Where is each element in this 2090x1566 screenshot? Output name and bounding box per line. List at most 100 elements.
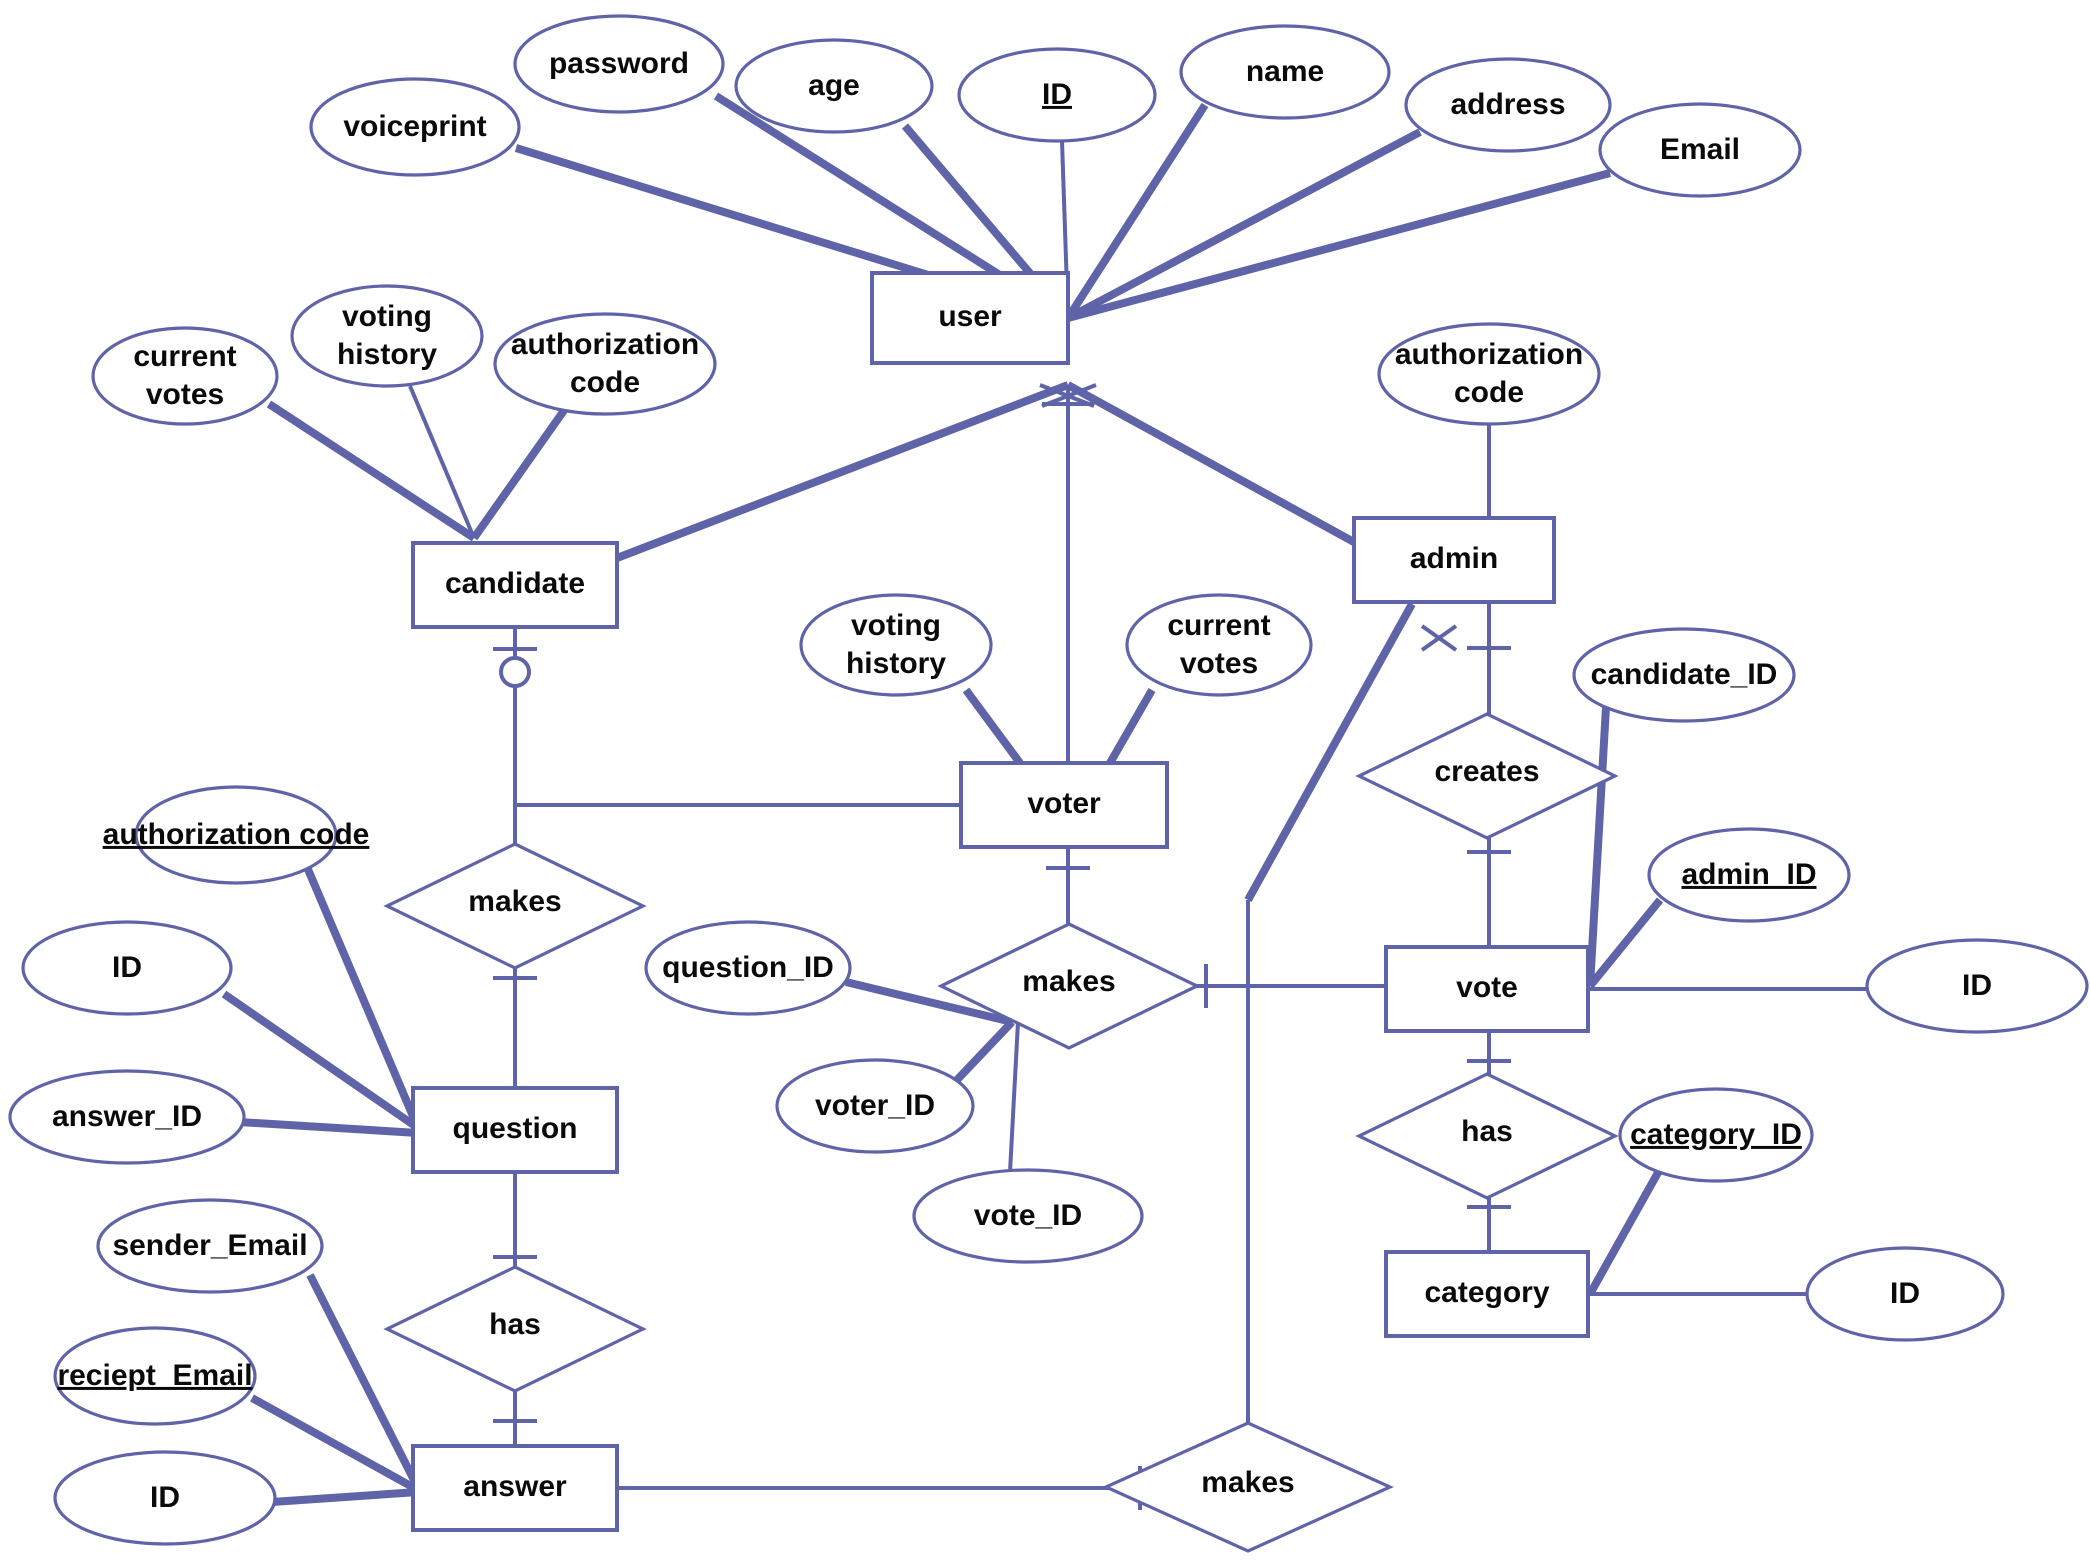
attribute-voter-id-label: question_ID: [662, 951, 834, 984]
relationship-has-question-answer[interactable]: has: [383, 1265, 647, 1393]
attribute-category-id[interactable]: ID: [1865, 938, 2089, 1034]
attribute-password-label: password: [549, 47, 689, 80]
attribute-answer-pk-id-label: reciept_Email: [57, 1359, 252, 1392]
entity-category-label: category: [1424, 1276, 1549, 1309]
entity-answer[interactable]: answer: [411, 1444, 619, 1532]
attribute-name[interactable]: name: [1179, 24, 1391, 120]
attribute-voiceprint-label: voiceprint: [343, 110, 486, 143]
attribute-vote-id-rel-label: voter_ID: [815, 1089, 935, 1122]
attribute-voter-current-votes[interactable]: current votes: [1125, 593, 1313, 697]
attribute-vote-id-rel[interactable]: voter_ID: [775, 1058, 975, 1154]
attribute-category-name-label: ID: [1890, 1277, 1920, 1310]
attribute-question-fk-id-label: ID: [150, 1481, 180, 1514]
edge-voteid-makesv: [952, 1019, 1015, 1085]
entity-question[interactable]: question: [411, 1086, 619, 1174]
entity-candidate[interactable]: candidate: [411, 541, 619, 629]
attribute-admin-authorization-code[interactable]: authorization code: [1377, 322, 1601, 426]
attribute-answer-id-label: ID: [112, 951, 142, 984]
attribute-vote-pk-id[interactable]: admin_ID: [1647, 827, 1851, 923]
entity-category[interactable]: category: [1384, 1250, 1590, 1338]
attribute-admin-id[interactable]: candidate_ID: [1572, 627, 1796, 723]
entity-user-label: user: [938, 300, 1002, 333]
attribute-age[interactable]: age: [734, 38, 934, 134]
attribute-category-name[interactable]: ID: [1805, 1246, 2005, 1342]
attribute-name-label: name: [1246, 55, 1324, 88]
edge-votinghistory-voter: [962, 687, 1024, 766]
attribute-address[interactable]: address: [1404, 57, 1612, 153]
attribute-category-pk-id[interactable]: category_ID: [1618, 1087, 1814, 1183]
attribute-question-id[interactable]: authorization code: [103, 785, 370, 885]
relationship-creates-admin-vote[interactable]: creates: [1355, 712, 1619, 840]
entity-candidate-label: candidate: [445, 567, 585, 600]
attribute-user-id-label: ID: [1042, 78, 1072, 111]
edge-catid-category: [1586, 1167, 1664, 1296]
edge-adminid-vote: [1586, 706, 1610, 987]
attribute-admin-authorization-code-line2: code: [1454, 376, 1524, 409]
entity-question-label: question: [453, 1112, 578, 1145]
attribute-candidate-voting-history-line1: voting: [342, 300, 432, 333]
relationship-makes-admin-answer[interactable]: makes: [1102, 1421, 1394, 1553]
entity-voter[interactable]: voter: [959, 761, 1169, 849]
attribute-email-label: Email: [1660, 133, 1740, 166]
edge-currentvotes-candidate: [266, 400, 477, 542]
attribute-email[interactable]: Email: [1598, 102, 1802, 198]
entity-vote[interactable]: vote: [1384, 945, 1590, 1033]
relationship-makes-candidate-question[interactable]: makes: [383, 842, 647, 970]
attribute-candidate-current-votes-line1: current: [133, 340, 236, 373]
edge-user-admin: [1066, 381, 1374, 556]
er-diagram-svg: user candidate voter admin question answ…: [8, 14, 2089, 1553]
attribute-candidate-authorization-code[interactable]: authorization code: [493, 312, 717, 416]
relationship-makes-voter-vote-label: makes: [1022, 965, 1115, 998]
marker-admin-many: [1420, 624, 1458, 652]
attribute-answer-pk-id[interactable]: reciept_Email: [53, 1326, 257, 1426]
edge-user-candidate: [615, 381, 1070, 562]
relationship-has-vote-category[interactable]: has: [1355, 1072, 1619, 1200]
entity-vote-label: vote: [1456, 971, 1518, 1004]
attribute-voiceprint[interactable]: voiceprint: [309, 77, 521, 177]
attribute-admin-id-label: candidate_ID: [1591, 658, 1778, 691]
attribute-sender-email[interactable]: answer_ID: [8, 1069, 246, 1165]
attribute-candidate-voting-history[interactable]: voting history: [290, 284, 484, 388]
relationship-has-question-answer-label: has: [489, 1308, 541, 1341]
attribute-admin-authorization-code-line1: authorization: [1395, 338, 1583, 371]
attribute-question-fk-id[interactable]: ID: [53, 1450, 277, 1546]
relationship-creates-admin-vote-label: creates: [1434, 755, 1539, 788]
attribute-voter-voting-history-line2: history: [846, 647, 946, 680]
attribute-answer-id[interactable]: ID: [21, 920, 233, 1016]
attribute-address-label: address: [1450, 88, 1565, 121]
attribute-candidate-current-votes[interactable]: current votes: [91, 326, 279, 426]
attribute-voter-voting-history-line1: voting: [851, 609, 941, 642]
entity-user[interactable]: user: [870, 271, 1070, 365]
attribute-candidate-id[interactable]: vote_ID: [912, 1168, 1144, 1264]
attribute-candidate-authorization-code-line2: code: [570, 366, 640, 399]
edge-candidateid-makesv: [1008, 1021, 1020, 1173]
edge-voteid-vote: [1586, 897, 1664, 989]
edge-address-user: [1066, 128, 1422, 322]
relationship-makes-voter-vote[interactable]: makes: [937, 922, 1201, 1050]
attribute-reciept-email[interactable]: sender_Email: [96, 1198, 324, 1294]
attribute-voter-id[interactable]: question_ID: [644, 920, 852, 1016]
attribute-candidate-authorization-code-line1: authorization: [511, 328, 699, 361]
entity-admin[interactable]: admin: [1352, 516, 1556, 604]
edge-senderemail-question: [238, 1118, 419, 1137]
attribute-password[interactable]: password: [513, 14, 725, 114]
entity-voter-label: voter: [1027, 787, 1101, 820]
edge-currentvotes-voter: [1106, 688, 1156, 765]
attribute-candidate-id-label: vote_ID: [974, 1199, 1082, 1232]
entity-answer-label: answer: [463, 1470, 567, 1503]
attribute-voter-current-votes-line1: current: [1167, 609, 1270, 642]
relationship-has-vote-category-label: has: [1461, 1115, 1513, 1148]
attribute-candidate-voting-history-line2: history: [337, 338, 437, 371]
attribute-user-id[interactable]: ID: [957, 47, 1157, 143]
relationship-makes-candidate-question-label: makes: [468, 885, 561, 918]
attribute-sender-email-label: answer_ID: [52, 1100, 202, 1133]
relationship-makes-admin-answer-label: makes: [1201, 1466, 1294, 1499]
attribute-vote-pk-id-label: admin_ID: [1681, 858, 1816, 891]
attribute-candidate-current-votes-line2: votes: [146, 378, 224, 411]
entity-admin-label: admin: [1410, 542, 1498, 575]
er-diagram-canvas: user candidate voter admin question answ…: [0, 0, 2090, 1566]
attribute-voter-voting-history[interactable]: voting history: [799, 593, 993, 697]
attribute-age-label: age: [808, 69, 860, 102]
attribute-category-id-label: ID: [1962, 969, 1992, 1002]
attribute-reciept-email-label: sender_Email: [112, 1229, 307, 1262]
